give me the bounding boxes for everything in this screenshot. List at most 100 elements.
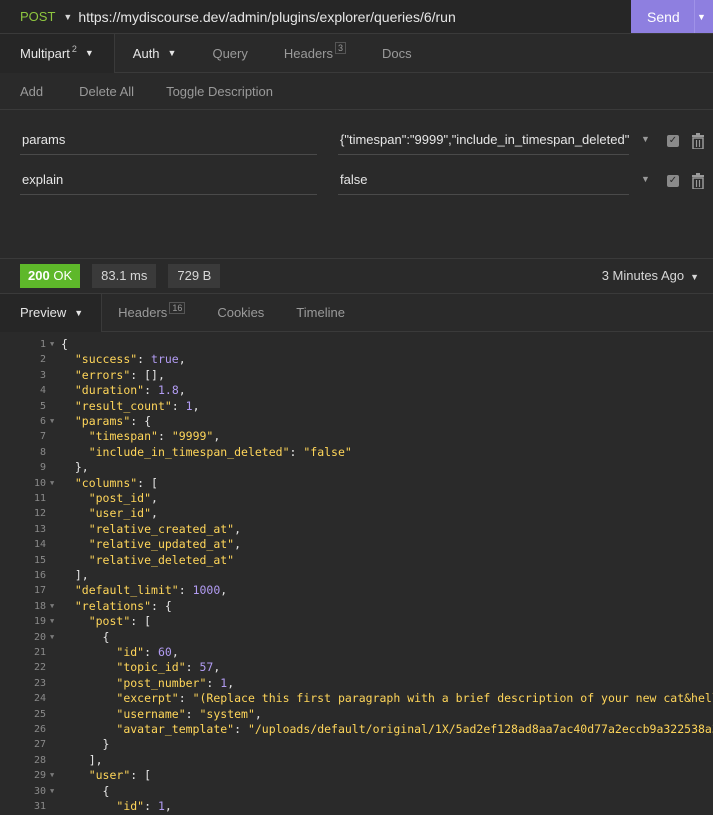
param-name-input[interactable]: explain xyxy=(20,167,317,195)
tab-auth[interactable]: Auth ▼ xyxy=(115,34,195,73)
code-line: 9 }, xyxy=(0,460,713,475)
code-text: "post_id", xyxy=(88,491,158,505)
tab-label: Docs xyxy=(382,45,412,61)
response-history-dropdown[interactable]: 3 Minutes Ago ▼ xyxy=(602,268,699,283)
response-tabs: Preview ▼ Headers 16 Cookies Timeline xyxy=(0,293,713,332)
line-number: 3 xyxy=(39,369,46,381)
line-number: 13 xyxy=(33,523,46,535)
line-number: 1 xyxy=(39,339,46,350)
line-number: 4 xyxy=(39,385,46,397)
tab-headers[interactable]: Headers 3 xyxy=(266,34,364,73)
tab-docs[interactable]: Docs xyxy=(364,34,430,73)
tab-preview[interactable]: Preview ▼ xyxy=(0,293,103,332)
fold-toggle-icon[interactable]: ▼ xyxy=(50,599,54,614)
tab-multipart[interactable]: Multipart 2 ▼ xyxy=(0,33,115,73)
send-options-chevron-icon[interactable]: ▼ xyxy=(694,0,708,33)
tab-label: Headers xyxy=(283,45,334,61)
tab-label: Query xyxy=(212,45,248,61)
line-number: 14 xyxy=(33,539,46,551)
line-number: 25 xyxy=(33,708,46,720)
response-time: 83.1 ms xyxy=(92,264,157,288)
multipart-params: params {"timespan":"9999","include_in_ti… xyxy=(0,110,713,258)
chevron-down-icon[interactable]: ▼ xyxy=(641,174,650,184)
tab-response-headers[interactable]: Headers 16 xyxy=(102,294,201,332)
chevron-down-icon: ▼ xyxy=(167,48,177,58)
code-text: "default_limit": 1000, xyxy=(74,583,228,598)
code-text: "errors": [], xyxy=(74,367,165,382)
trash-icon[interactable] xyxy=(691,173,705,189)
response-preview[interactable]: 1 ▼{2 "success": true, 3 "errors": [], 4 "d… xyxy=(0,332,713,815)
line-number: 5 xyxy=(39,400,46,412)
tab-query[interactable]: Query xyxy=(194,34,265,73)
code-text: "columns": [ xyxy=(74,475,158,490)
line-number: 28 xyxy=(33,754,46,766)
status-code: 200 xyxy=(28,268,50,283)
trash-icon[interactable] xyxy=(691,133,705,149)
code-line: 11 "post_id", xyxy=(0,491,713,506)
status-badge: 200 OK xyxy=(20,264,81,288)
delete-all-button[interactable]: Delete All xyxy=(79,84,134,99)
code-text: "id": 60, xyxy=(116,645,179,659)
code-text: "excerpt": "(Replace this first paragrap… xyxy=(116,691,713,706)
response-status-bar: 200 OK 83.1 ms 729 B 3 Minutes Ago ▼ xyxy=(0,258,713,294)
code-line: 24 "excerpt": "(Replace this first parag… xyxy=(0,691,713,706)
param-value-input[interactable]: {"timespan":"9999","include_in_timespan_… xyxy=(338,127,629,155)
code-text: "id": 1, xyxy=(116,799,172,813)
tab-label: Preview xyxy=(20,305,67,320)
code-text: "relative_created_at", xyxy=(88,521,242,536)
param-row: params {"timespan":"9999","include_in_ti… xyxy=(0,127,713,157)
code-text: "relative_updated_at", xyxy=(88,537,242,552)
code-text: { xyxy=(61,783,110,798)
add-button[interactable]: Add xyxy=(20,84,43,99)
code-text: { xyxy=(61,629,110,644)
line-number: 9 xyxy=(39,462,46,474)
fold-toggle-icon[interactable]: ▼ xyxy=(50,630,54,645)
code-text: "user_id", xyxy=(88,506,158,521)
code-text: "topic_id": 57, xyxy=(116,660,221,675)
fold-toggle-icon[interactable]: ▼ xyxy=(50,614,54,629)
code-text: "post": [ xyxy=(88,614,152,629)
line-number: 6 xyxy=(39,416,46,427)
chevron-down-icon[interactable]: ▼ xyxy=(641,134,650,144)
code-line: 20 ▼ { xyxy=(0,630,713,645)
fold-toggle-icon[interactable]: ▼ xyxy=(50,414,54,429)
line-number: 18 xyxy=(33,600,46,612)
code-text: "relative_deleted_at" xyxy=(88,552,235,567)
line-number: 24 xyxy=(33,693,46,705)
code-line: 3 "errors": [], xyxy=(0,368,713,383)
code-line: 26 "avatar_template": "/uploads/default/… xyxy=(0,722,713,737)
chevron-down-icon[interactable]: ▼ xyxy=(63,12,72,22)
tab-timeline[interactable]: Timeline xyxy=(280,294,361,332)
send-button[interactable]: Send ▼ xyxy=(631,0,713,33)
url-input[interactable]: https://mydiscourse.dev/admin/plugins/ex… xyxy=(78,9,455,25)
code-text: }, xyxy=(61,460,89,475)
fold-toggle-icon[interactable]: ▼ xyxy=(50,476,54,491)
toggle-description-button[interactable]: Toggle Description xyxy=(166,84,273,99)
code-text: "username": "system", xyxy=(116,706,262,721)
param-value-input[interactable]: false xyxy=(338,167,629,195)
line-number: 22 xyxy=(33,662,46,674)
line-number: 23 xyxy=(33,677,46,689)
line-number: 20 xyxy=(33,631,46,643)
fold-toggle-icon[interactable]: ▼ xyxy=(50,337,54,352)
status-text: OK xyxy=(53,268,73,283)
code-line: 25 "username": "system", xyxy=(0,707,713,722)
tab-label: Cookies xyxy=(217,305,265,320)
response-size: 729 B xyxy=(168,264,221,288)
tab-cookies[interactable]: Cookies xyxy=(201,294,280,332)
fold-toggle-icon[interactable]: ▼ xyxy=(50,768,54,783)
code-line: 23 "post_number": 1, xyxy=(0,676,713,691)
code-text: "user": [ xyxy=(88,768,152,783)
chevron-down-icon: ▼ xyxy=(690,272,699,282)
code-line: 13 "relative_created_at", xyxy=(0,522,713,537)
param-name-input[interactable]: params xyxy=(20,127,317,155)
code-text: { xyxy=(61,337,68,351)
code-line: 2 "success": true, xyxy=(0,352,713,367)
fold-toggle-icon[interactable]: ▼ xyxy=(50,784,54,799)
enabled-checkbox[interactable]: ✓ xyxy=(667,135,679,147)
line-number: 19 xyxy=(33,616,46,628)
enabled-checkbox[interactable]: ✓ xyxy=(667,175,679,187)
code-text: "success": true, xyxy=(74,352,186,367)
code-line: 28 ], xyxy=(0,753,713,768)
method-select[interactable]: POST xyxy=(20,9,55,24)
